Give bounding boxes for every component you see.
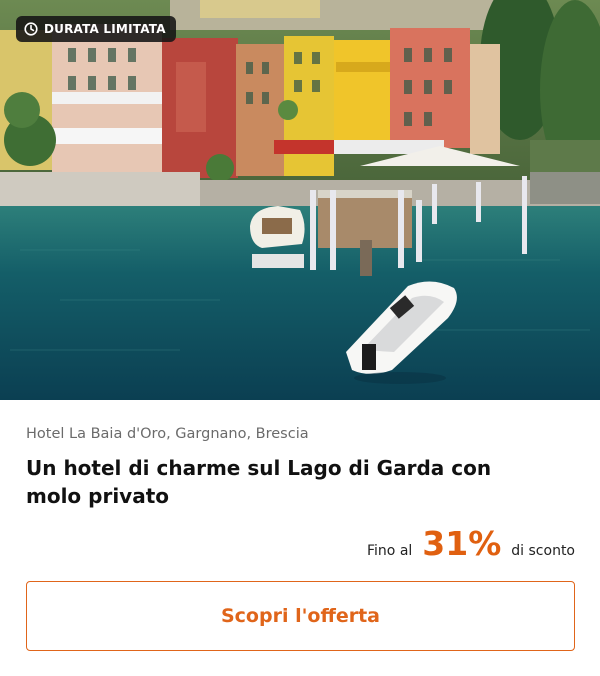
discount-prefix: Fino al	[367, 543, 413, 559]
offer-card[interactable]: DURATA LIMITATA Hotel La Baia d'Oro, Gar…	[0, 0, 600, 676]
offer-title[interactable]: Un hotel di charme sul Lago di Garda con…	[26, 454, 546, 510]
limited-duration-badge: DURATA LIMITATA	[16, 16, 176, 42]
discount-info: Fino al 31% di sconto	[367, 524, 575, 563]
offer-details: Hotel La Baia d'Oro, Gargnano, Brescia U…	[26, 400, 575, 676]
hotel-photo[interactable]: DURATA LIMITATA	[0, 0, 600, 400]
discount-suffix: di sconto	[511, 543, 575, 559]
hotel-photo-image	[0, 0, 600, 400]
discount-value: 31%	[422, 524, 502, 563]
clock-icon	[24, 22, 38, 36]
badge-label: DURATA LIMITATA	[44, 22, 166, 36]
hotel-location: Hotel La Baia d'Oro, Gargnano, Brescia	[26, 426, 309, 442]
discover-offer-button[interactable]: Scopri l'offerta	[26, 581, 575, 651]
